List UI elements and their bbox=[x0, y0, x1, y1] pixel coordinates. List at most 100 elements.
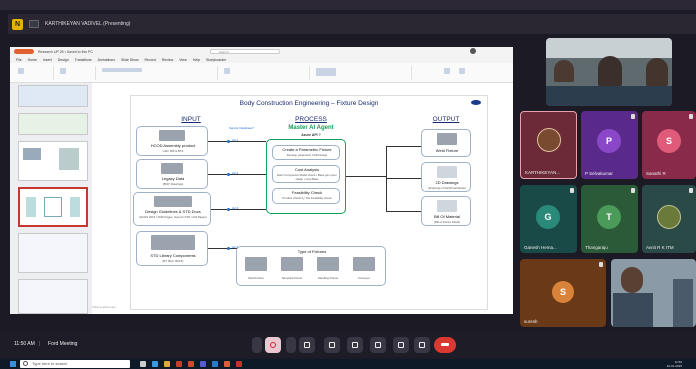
slide-thumbnail[interactable] bbox=[18, 113, 88, 135]
teams-icon[interactable] bbox=[200, 361, 206, 367]
outlook-icon[interactable] bbox=[176, 361, 182, 367]
powerpoint-icon[interactable] bbox=[188, 361, 194, 367]
system-clock: 11:50 10-01-2025 bbox=[667, 360, 682, 368]
process-step: Create a Parametric Fixture Develop para… bbox=[272, 145, 340, 160]
autosave-toggle[interactable] bbox=[14, 49, 34, 54]
camera-icon bbox=[304, 342, 310, 348]
thumbnail-graphic bbox=[70, 197, 80, 217]
designer-icon[interactable] bbox=[444, 68, 450, 74]
connector-line bbox=[346, 176, 386, 177]
task-view-icon[interactable] bbox=[140, 361, 146, 367]
mic-off-icon bbox=[689, 114, 693, 119]
participant-name: Thangaraju bbox=[585, 245, 608, 250]
captions-button[interactable] bbox=[324, 337, 340, 353]
ppt-search-box[interactable]: Search bbox=[210, 49, 280, 54]
tab-transitions[interactable]: Transitions bbox=[75, 58, 92, 62]
paste-icon[interactable] bbox=[18, 68, 24, 74]
fixture-type-label: Weld Fixture bbox=[248, 276, 264, 280]
addins-icon[interactable] bbox=[459, 68, 465, 74]
avatar: G bbox=[536, 205, 560, 229]
mic-off-icon bbox=[689, 188, 693, 193]
drawings-image bbox=[437, 166, 457, 178]
camera-dropdown-icon[interactable] bbox=[286, 337, 296, 353]
mic-dropdown-icon[interactable] bbox=[252, 337, 262, 353]
participant-name: Sanathi R bbox=[646, 171, 666, 176]
activities-icon[interactable] bbox=[688, 337, 694, 347]
slide-thumbnail-selected[interactable] bbox=[18, 187, 88, 227]
ppt-filename: Research UP 25 • Saved to this PC bbox=[38, 49, 93, 54]
fixture-image bbox=[317, 257, 339, 271]
participant-tile[interactable]: S Sanathi R bbox=[642, 111, 696, 179]
slide-thumbnail[interactable] bbox=[18, 233, 88, 273]
fixture-image bbox=[281, 257, 303, 271]
room-wall bbox=[546, 38, 672, 58]
windows-start-icon[interactable] bbox=[10, 361, 16, 367]
mic-off-icon bbox=[631, 188, 635, 193]
tab-design[interactable]: Design bbox=[58, 58, 69, 62]
new-slide-icon[interactable] bbox=[60, 68, 66, 74]
slide-thumbnail[interactable] bbox=[18, 85, 88, 107]
tab-slideshow[interactable]: Slide Show bbox=[121, 58, 139, 62]
user-avatar[interactable] bbox=[470, 48, 476, 54]
video-tile-room[interactable] bbox=[546, 38, 672, 106]
slide-thumbnail[interactable] bbox=[18, 141, 88, 181]
screen-share-icon bbox=[29, 20, 39, 28]
leave-call-button[interactable] bbox=[434, 337, 456, 353]
emoji-button[interactable] bbox=[347, 337, 363, 353]
camera-button[interactable] bbox=[299, 337, 315, 353]
process-step-sublabel: Develop parametric CAD Design bbox=[286, 153, 328, 157]
participant-tile[interactable]: KARTHIKEYAN... bbox=[520, 111, 577, 179]
file-explorer-icon[interactable] bbox=[164, 361, 170, 367]
participant-tile[interactable]: P P Selvakumar bbox=[581, 111, 638, 179]
clock-date: 10-01-2025 bbox=[666, 364, 682, 368]
shapes-icon[interactable] bbox=[316, 68, 336, 76]
tab-storyboarder[interactable]: Storyboarder bbox=[206, 58, 226, 62]
ppt-notes-placeholder[interactable]: Click to add notes bbox=[92, 305, 116, 309]
tab-review[interactable]: Review bbox=[162, 58, 173, 62]
slide-thumbnails[interactable] bbox=[10, 83, 92, 314]
present-button[interactable] bbox=[370, 337, 386, 353]
tab-animations[interactable]: Animations bbox=[98, 58, 115, 62]
edge-icon[interactable] bbox=[152, 361, 158, 367]
tab-file[interactable]: File bbox=[16, 58, 22, 62]
input-sublabel: (BT, BLR, BUFF) bbox=[162, 259, 184, 263]
tab-view[interactable]: View bbox=[179, 58, 187, 62]
participant-tile[interactable]: G Ganesh Hema... bbox=[520, 185, 577, 253]
connector-label: A2-2 bbox=[232, 171, 239, 175]
tab-help[interactable]: Help bbox=[193, 58, 200, 62]
tab-insert[interactable]: Insert bbox=[43, 58, 52, 62]
output-box-drawings: 2D Drawings (Drawings of Part/Final Mode… bbox=[421, 162, 471, 192]
emoji-icon bbox=[352, 342, 358, 348]
app-icon[interactable] bbox=[224, 361, 230, 367]
chat-icon[interactable] bbox=[672, 337, 682, 347]
slide-thumbnail[interactable] bbox=[18, 279, 88, 314]
align-icon[interactable] bbox=[224, 68, 230, 74]
people-icon[interactable] bbox=[655, 337, 665, 347]
tab-record[interactable]: Record bbox=[145, 58, 156, 62]
participant-tile[interactable]: T Thangaraju bbox=[581, 185, 638, 253]
video-tile-camera[interactable] bbox=[611, 259, 696, 327]
output-sublabel: (Drawings of Part/Final Model) bbox=[428, 186, 466, 190]
slide-canvas[interactable]: Body Construction Engineering – Fixture … bbox=[130, 95, 488, 310]
font-select[interactable] bbox=[102, 68, 142, 72]
time-separator: | bbox=[39, 341, 41, 347]
avatar: T bbox=[597, 205, 621, 229]
participant-clothing bbox=[613, 293, 653, 327]
output-label: Bill Of Material bbox=[433, 214, 460, 219]
more-icon bbox=[419, 342, 425, 348]
participant-tile[interactable]: Avnit R K ITM bbox=[642, 185, 696, 253]
shared-screen[interactable]: Research UP 25 • Saved to this PC Search… bbox=[10, 47, 513, 314]
output-heading: OUTPUT bbox=[432, 116, 460, 123]
more-options-button[interactable] bbox=[414, 337, 430, 353]
connector-label: A2-3 bbox=[232, 206, 239, 210]
mic-button[interactable] bbox=[265, 337, 281, 353]
taskbar-search[interactable]: Type here to search bbox=[20, 360, 130, 368]
legacy-image bbox=[161, 163, 183, 174]
app-icon[interactable] bbox=[236, 361, 242, 367]
tab-home[interactable]: Home bbox=[28, 58, 37, 62]
participant-tile[interactable]: S suresh bbox=[520, 259, 606, 327]
word-icon[interactable] bbox=[212, 361, 218, 367]
info-icon[interactable] bbox=[637, 337, 647, 347]
raise-hand-button[interactable] bbox=[393, 337, 409, 353]
avatar: P bbox=[597, 129, 621, 153]
